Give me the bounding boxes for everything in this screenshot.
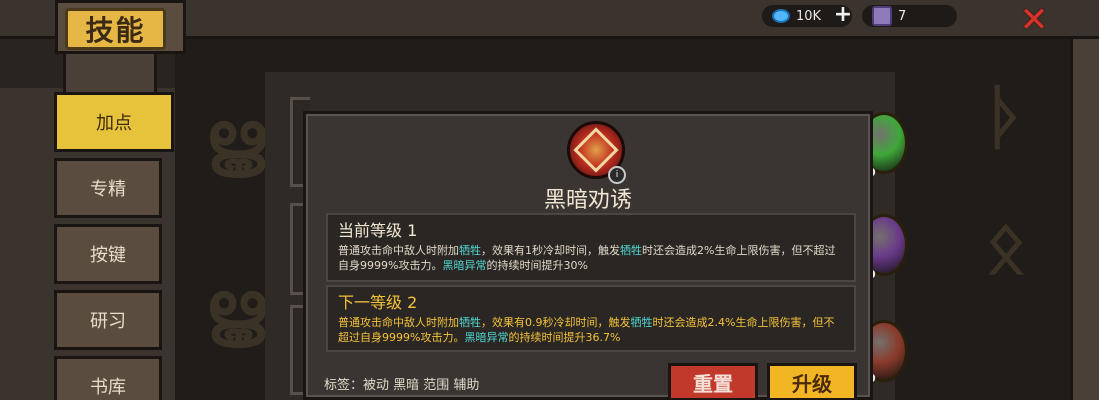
- background-swirl-ornament: ൠ: [205, 266, 266, 348]
- desc-text: 的持续时间提升36.7%: [508, 331, 621, 344]
- title-connector: [63, 48, 157, 92]
- reset-button[interactable]: 重置: [668, 363, 758, 400]
- material-counter: 7: [862, 5, 957, 27]
- keyword-sacrifice[interactable]: 牺牲: [459, 316, 481, 329]
- desc-text: ，效果有1秒冷却时间，触发: [481, 244, 620, 257]
- skill-tags: 标签：被动 黑暗 范围 辅助: [324, 378, 480, 393]
- tab-sidebar: 加点 专精 按键 研习 书库: [0, 88, 175, 400]
- add-gems-button[interactable]: +: [832, 3, 854, 27]
- keyword-sacrifice[interactable]: 牺牲: [620, 244, 642, 257]
- background-rune-ornament: ᛟ: [985, 206, 1027, 288]
- upgrade-button[interactable]: 升级: [767, 363, 857, 400]
- gem-amount: 10K: [796, 8, 822, 24]
- tab-study[interactable]: 研习: [54, 290, 162, 350]
- keyword-sacrifice[interactable]: 牺牲: [631, 316, 653, 329]
- desc-text: 普通攻击命中敌人时附加: [338, 316, 459, 329]
- material-cube-icon: [872, 6, 892, 26]
- sigil-rune: [573, 127, 619, 173]
- desc-text: ，效果有0.9秒冷却时间，触发: [481, 316, 631, 329]
- skills-screen: ൠ ൠ ᚦ ᛟ 0 0 0 10K + 7 ✕ 加点 专精 按键 研习 书库 技…: [0, 0, 1099, 400]
- page-title: 技能: [65, 8, 166, 50]
- next-level-box: 下一等级 2 普通攻击命中敌人时附加牺牲，效果有0.9秒冷却时间，触发牺牲时还会…: [326, 285, 856, 352]
- close-icon[interactable]: ✕: [1014, 3, 1054, 37]
- desc-text: 的持续时间提升30%: [486, 259, 588, 272]
- tab-mastery[interactable]: 专精: [54, 158, 162, 218]
- desc-text: 普通攻击命中敌人时附加: [338, 244, 459, 257]
- frame-right-wall: [1070, 36, 1099, 400]
- keyword-dark-anomaly[interactable]: 黑暗异常: [464, 331, 508, 344]
- keyword-dark-anomaly[interactable]: 黑暗异常: [442, 259, 486, 272]
- current-level-box: 当前等级 1 普通攻击命中敌人时附加牺牲，效果有1秒冷却时间，触发牺牲时还会造成…: [326, 213, 856, 282]
- keyword-sacrifice[interactable]: 牺牲: [459, 244, 481, 257]
- current-level-description: 普通攻击命中敌人时附加牺牲，效果有1秒冷却时间，触发牺牲时还会造成2%生命上限伤…: [338, 243, 844, 273]
- tab-keybinds[interactable]: 按键: [54, 224, 162, 284]
- skill-detail-dialog: i 黑暗劝诱 当前等级 1 普通攻击命中敌人时附加牺牲，效果有1秒冷却时间，触发…: [303, 111, 873, 400]
- tab-library[interactable]: 书库: [54, 356, 162, 400]
- current-level-heading: 当前等级 1: [338, 221, 418, 240]
- tab-allocate[interactable]: 加点: [54, 92, 174, 152]
- next-level-description: 普通攻击命中敌人时附加牺牲，效果有0.9秒冷却时间，触发牺牲时还会造成2.4%生…: [338, 315, 844, 345]
- title-plaque: 技能: [55, 0, 186, 54]
- gem-icon: [772, 9, 790, 23]
- background-swirl-ornament: ൠ: [205, 96, 266, 178]
- background-rune-ornament: ᚦ: [985, 76, 1027, 158]
- next-level-heading: 下一等级 2: [338, 293, 418, 312]
- material-amount: 7: [898, 8, 907, 24]
- skill-name: 黑暗劝诱: [543, 188, 632, 213]
